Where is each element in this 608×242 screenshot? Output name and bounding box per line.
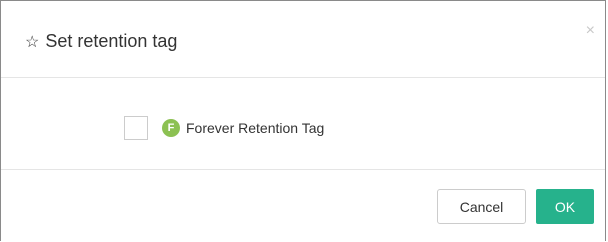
dialog-title: ☆ Set retention tag [25, 31, 177, 52]
ok-button[interactable]: OK [536, 189, 594, 224]
dialog-header: ☆ Set retention tag × [1, 1, 605, 78]
set-retention-tag-dialog: ☆ Set retention tag × F Forever Retentio… [0, 0, 606, 241]
tag-badge-icon: F [162, 119, 180, 137]
cancel-button[interactable]: Cancel [437, 189, 526, 224]
dialog-footer: Cancel OK [1, 170, 605, 242]
tag-option-forever[interactable]: F Forever Retention Tag [124, 116, 324, 140]
dialog-body: F Forever Retention Tag [1, 78, 605, 170]
dialog-title-text: Set retention tag [45, 31, 178, 51]
tag-checkbox[interactable] [124, 116, 148, 140]
star-outline-icon: ☆ [25, 33, 40, 51]
tag-label: Forever Retention Tag [186, 120, 325, 136]
close-icon[interactable]: × [586, 23, 595, 39]
